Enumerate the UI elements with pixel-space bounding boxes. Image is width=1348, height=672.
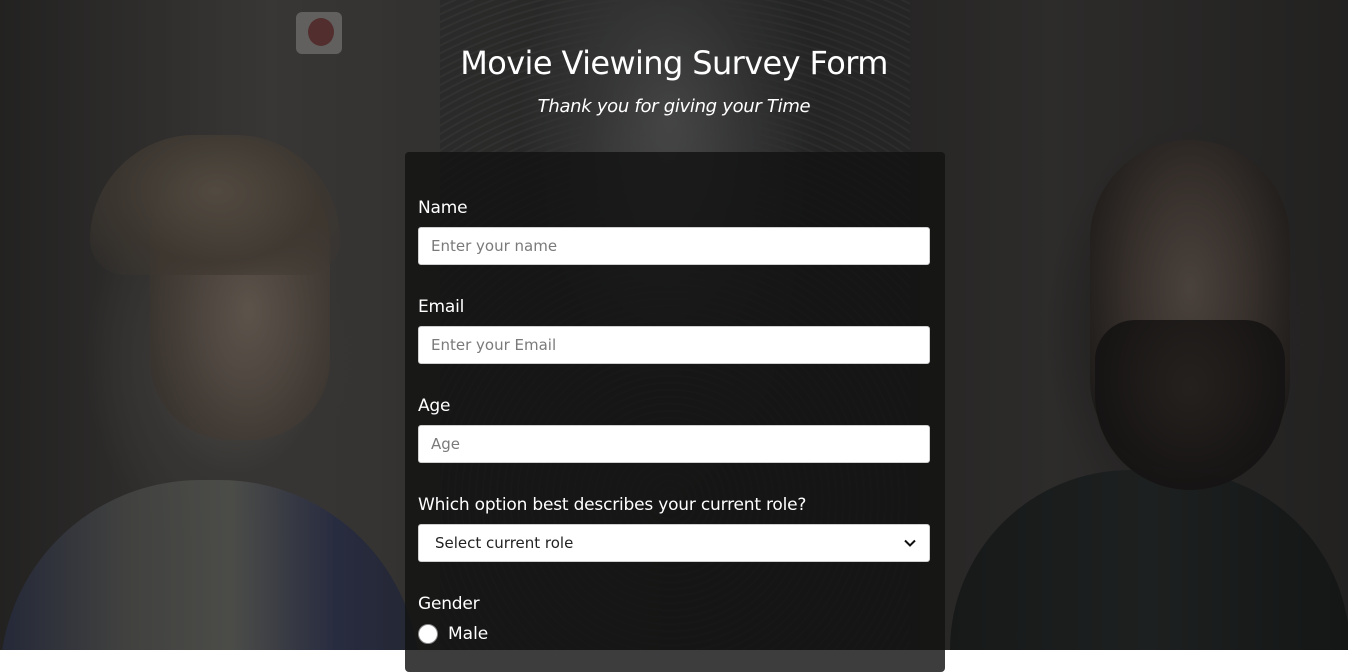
name-field-group: Name: [418, 198, 930, 265]
role-field-group: Which option best describes your current…: [418, 495, 930, 562]
gender-label: Gender: [418, 594, 480, 614]
chevron-down-icon: [903, 536, 917, 550]
survey-form: Name Email Age Which option best describ…: [405, 152, 945, 672]
role-select[interactable]: Select current role: [418, 524, 930, 562]
email-field-group: Email: [418, 297, 930, 364]
role-select-value: Select current role: [435, 534, 574, 552]
age-input[interactable]: [418, 425, 930, 463]
name-input[interactable]: [418, 227, 930, 265]
age-field-group: Age: [418, 396, 930, 463]
name-label: Name: [418, 198, 468, 218]
gender-field-group: Gender Male: [418, 594, 930, 644]
email-label: Email: [418, 297, 465, 317]
email-input[interactable]: [418, 326, 930, 364]
radio-unchecked-icon[interactable]: [418, 624, 438, 644]
gender-option-male[interactable]: Male: [418, 624, 930, 644]
age-label: Age: [418, 396, 451, 416]
gender-option-label: Male: [448, 624, 489, 644]
page-title: Movie Viewing Survey Form: [460, 44, 888, 82]
page-subtitle: Thank you for giving your Time: [537, 96, 811, 117]
role-label: Which option best describes your current…: [418, 495, 807, 515]
page-header: Movie Viewing Survey Form Thank you for …: [0, 44, 1348, 117]
